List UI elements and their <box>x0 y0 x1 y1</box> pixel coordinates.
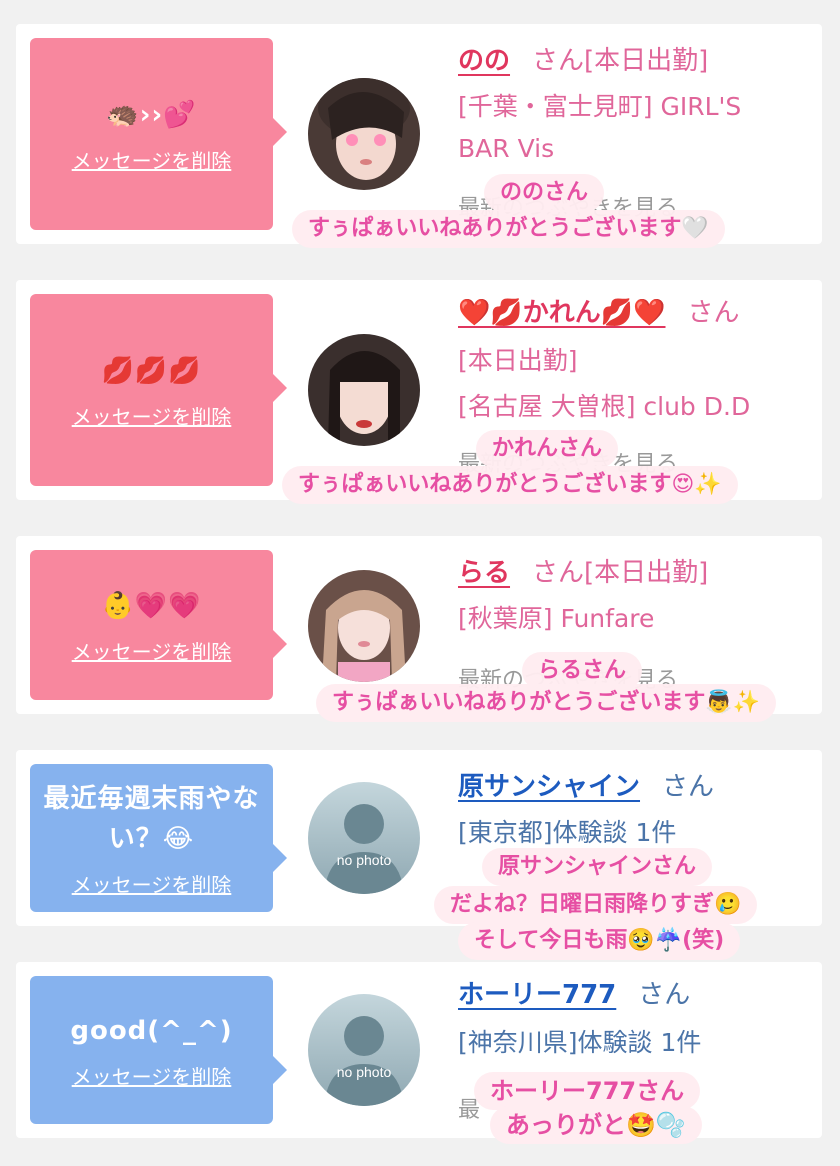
user-name-link[interactable]: ❤️💋かれん💋❤️ <box>458 298 666 328</box>
user-name-link[interactable]: ホーリー777 <box>458 980 616 1010</box>
delete-message-link[interactable]: メッセージを削除 <box>72 636 232 665</box>
user-name-link[interactable]: のの <box>458 46 510 76</box>
avatar[interactable] <box>308 334 420 446</box>
honorific: さん <box>662 772 715 802</box>
message-card: good(^_^) メッセージを削除 no photo ホーリー777 さん [神… <box>16 962 822 1144</box>
message-text: 最近毎週末雨やない？😂 <box>43 783 260 854</box>
name-line: らる さん[本日出勤] <box>458 554 808 592</box>
honorific: さん <box>532 558 585 588</box>
message-bubble: 💋💋💋 メッセージを削除 <box>30 294 287 486</box>
no-photo-label: no photo <box>336 1064 392 1080</box>
honorific: さん <box>687 298 740 328</box>
overlay-text: ホーリー777さん <box>474 1072 701 1110</box>
delete-message-link[interactable]: メッセージを削除 <box>72 869 232 898</box>
overlay-text: かれんさん <box>476 430 619 468</box>
avatar[interactable] <box>308 78 420 190</box>
honorific: さん <box>638 980 691 1010</box>
overlay-text: すぅぱぁいいねありがとうございます👼✨ <box>316 684 777 722</box>
user-info: ホーリー777 さん [神奈川県]体験談 1件 <box>458 976 808 1064</box>
delete-message-link[interactable]: メッセージを削除 <box>72 145 232 174</box>
message-card: 🦔››💕 メッセージを削除 のの さん[本日出勤] [千葉・富士見町] GIRL'… <box>16 24 822 248</box>
user-info: のの さん[本日出勤] [千葉・富士見町] GIRL'S BAR Vis <box>458 42 808 170</box>
message-text: 👶💗💗 <box>101 590 202 621</box>
overlay-text: すぅぱぁいいねありがとうございます😍✨ <box>282 466 738 504</box>
user-name-link[interactable]: 原サンシャイン <box>458 772 640 802</box>
shop-detail: [名古屋 大曽根] club D.D <box>458 392 751 421</box>
overlay-text: あっりがと🤩🫧 <box>490 1106 702 1144</box>
overlay-text: ののさん <box>484 174 605 212</box>
user-name-link[interactable]: らる <box>458 558 510 588</box>
user-info: らる さん[本日出勤] [秋葉原] Funfare <box>458 554 808 640</box>
name-line: のの さん[本日出勤] <box>458 42 808 80</box>
delete-message-link[interactable]: メッセージを削除 <box>72 1061 232 1090</box>
overlay-text: 原サンシャインさん <box>482 848 713 886</box>
name-line: 原サンシャイン さん <box>458 768 808 806</box>
shop-detail: [千葉・富士見町] GIRL'S <box>458 92 742 121</box>
message-card: 👶💗💗 メッセージを削除 らるさん[本日出勤] [秋葉原] Funfare 最新… <box>16 536 822 722</box>
message-card: 最近毎週末雨やない？😂 メッセージを削除 no photo 原サンシャイン さん … <box>16 750 822 960</box>
name-line: ホーリー777 さん <box>458 976 808 1014</box>
status-label: [本日出勤] <box>584 558 709 588</box>
no-photo-label: no photo <box>336 852 392 868</box>
message-text: 💋💋💋 <box>101 355 202 386</box>
message-bubble: good(^_^) メッセージを削除 <box>30 976 287 1124</box>
review-count: [神奈川県]体験談 1件 <box>458 1028 702 1057</box>
avatar[interactable]: no photo <box>308 994 420 1106</box>
message-bubble: 👶💗💗 メッセージを削除 <box>30 550 287 700</box>
overlay-text: だよね？日曜日雨降りすぎ🥲 <box>434 886 758 924</box>
status-label: [本日出勤] <box>584 46 709 76</box>
message-bubble: 最近毎週末雨やない？😂 メッセージを削除 <box>30 764 287 912</box>
overlay-text: そして今日も雨🥹☔️(笑) <box>458 922 741 960</box>
avatar[interactable] <box>308 570 420 682</box>
message-text: 🦔››💕 <box>106 99 197 130</box>
delete-message-link[interactable]: メッセージを削除 <box>72 401 232 430</box>
honorific: さん <box>532 46 585 76</box>
user-info: ❤️💋かれん💋❤️ さん [本日出勤] [名古屋 大曽根] club D.D <box>458 294 808 428</box>
message-bubble: 🦔››💕 メッセージを削除 <box>30 38 287 230</box>
name-line: ❤️💋かれん💋❤️ さん <box>458 294 808 332</box>
message-text: good(^_^) <box>70 1015 233 1046</box>
shop-detail: [秋葉原] Funfare <box>458 604 655 633</box>
shop-detail: BAR Vis <box>458 134 555 163</box>
message-card: 💋💋💋 メッセージを削除 ❤️💋かれん💋❤️ さん [本日出勤] [名古屋 大曽根… <box>16 280 822 504</box>
avatar[interactable]: no photo <box>308 782 420 894</box>
status-label: [本日出勤] <box>458 346 578 375</box>
user-info: 原サンシャイン さん [東京都]体験談 1件 <box>458 768 808 854</box>
overlay-text: すぅぱぁいいねありがとうございます🤍 <box>292 210 725 248</box>
